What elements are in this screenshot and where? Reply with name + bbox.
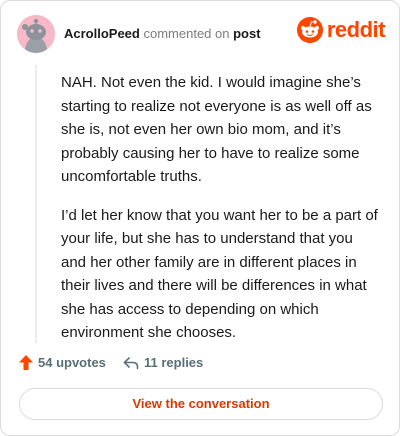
- upvote-count[interactable]: 54 upvotes: [19, 355, 106, 370]
- comment-paragraph: I’d let her know that you want her to be…: [61, 206, 378, 342]
- replies-label: 11 replies: [144, 355, 204, 370]
- byline: AcrolloPeed commented on post: [64, 26, 261, 41]
- reddit-logo[interactable]: reddit: [296, 17, 386, 43]
- avatar[interactable]: [17, 15, 55, 53]
- username[interactable]: AcrolloPeed: [64, 26, 140, 41]
- reply-count[interactable]: 11 replies: [123, 355, 203, 370]
- arrow-up-icon: [19, 355, 33, 370]
- brand-wordmark: reddit: [326, 17, 386, 42]
- reddit-snoo-icon: [296, 17, 323, 43]
- upvotes-label: 54 upvotes: [38, 355, 106, 370]
- thread-line: [35, 65, 37, 343]
- reply-arrow-icon: [123, 356, 139, 369]
- comment-card: AcrolloPeed commented on post reddit NAH…: [0, 0, 400, 436]
- snoo-avatar-icon: [17, 15, 55, 53]
- view-conversation-button[interactable]: View the conversation: [19, 388, 383, 420]
- comment-stats: 54 upvotes 11 replies: [19, 355, 385, 375]
- comment-header: AcrolloPeed commented on post reddit: [17, 15, 386, 55]
- comment-body: NAH. Not even the kid. I would imagine s…: [61, 71, 379, 360]
- comment-paragraph: NAH. Not even the kid. I would imagine s…: [61, 74, 372, 185]
- post-link[interactable]: post: [233, 26, 260, 41]
- action-text: commented on: [143, 26, 230, 41]
